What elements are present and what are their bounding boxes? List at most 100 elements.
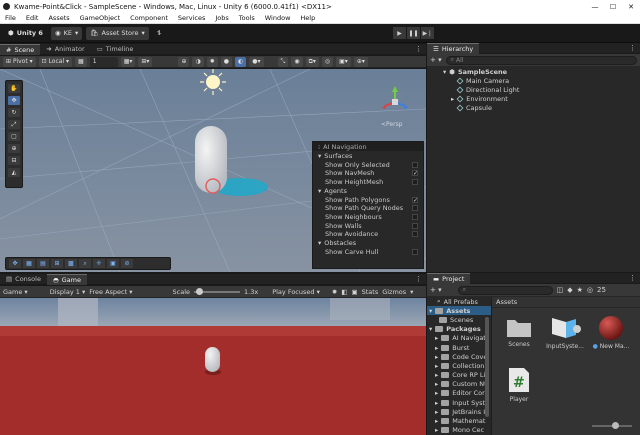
menu-help[interactable]: Help [295, 14, 320, 22]
menu-tools[interactable]: Tools [234, 14, 260, 22]
capsule-object[interactable] [195, 126, 227, 193]
option-show-heightmesh[interactable]: Show HeightMesh [313, 178, 423, 187]
option-show-path-query-nodes[interactable]: Show Path Query Nodes [313, 204, 423, 213]
view-tool-icon[interactable]: ✋ [8, 84, 20, 93]
camera-settings-button[interactable]: ▣▾ [336, 56, 351, 67]
play-button[interactable]: ▶ [393, 27, 406, 39]
2d-toggle[interactable]: ⤡ [277, 56, 289, 67]
checkbox[interactable] [412, 214, 418, 221]
scale-tool-icon[interactable]: ⤢ [8, 120, 20, 129]
chevron-down-icon[interactable]: ▾ [410, 288, 413, 296]
gizmos-dropdown[interactable]: ⊕▾ [353, 56, 368, 67]
tree-assets[interactable]: ▾ Assets [427, 306, 491, 316]
rect-tool-icon[interactable]: ▢ [8, 132, 20, 141]
snap-value-field[interactable]: 1 [89, 56, 118, 67]
checkbox[interactable] [412, 178, 418, 185]
menu-gameobject[interactable]: GameObject [75, 14, 126, 22]
shading-mode-button[interactable]: ◑ [192, 56, 204, 67]
modifier-icon[interactable]: ▩ [65, 259, 77, 268]
tree-item[interactable]: ▸ Input Syst [427, 398, 491, 407]
move-handle-icon[interactable]: ✥ [9, 259, 21, 268]
move-tool-icon[interactable]: ✥ [8, 96, 20, 105]
obstacles-section[interactable]: ▾ Obstacles [313, 239, 423, 248]
asset-item[interactable]: # Player [499, 366, 539, 403]
bake-icon[interactable]: ▦ [23, 259, 35, 268]
tree-item[interactable]: ▸ JetBrains I [427, 407, 491, 416]
menu-file[interactable]: File [0, 14, 21, 22]
list-item[interactable]: Capsule [427, 103, 640, 112]
stats-button[interactable]: Stats [362, 288, 379, 296]
version-control-button[interactable]: ⥮ [153, 27, 166, 40]
star-icon[interactable]: ★ [577, 286, 583, 294]
play-mode-dropdown[interactable]: Play Focused ▾ [272, 288, 320, 296]
custom-tool-icon[interactable]: ⊟ [8, 156, 20, 165]
agents-section[interactable]: ▾ Agents [313, 186, 423, 195]
grid-dropdown[interactable]: ▦▾ [120, 56, 136, 67]
audio-icon[interactable]: ◧ [341, 288, 347, 296]
menu-services[interactable]: Services [173, 14, 210, 22]
scale-slider[interactable] [194, 287, 241, 295]
breadcrumb[interactable]: Assets [492, 297, 640, 308]
tree-item[interactable]: ▸ Burst [427, 343, 491, 352]
tab-console[interactable]: ▤ Console [0, 274, 47, 285]
tree-item[interactable]: ▸ Collection [427, 361, 491, 370]
list-item[interactable]: Directional Light [427, 86, 640, 95]
account-button[interactable]: ◉ KE ▾ [50, 26, 83, 40]
tree-packages[interactable]: ▾ Packages [427, 325, 491, 334]
label-icon[interactable]: ◆ [567, 286, 572, 294]
option-show-avoidance[interactable]: Show Avoidance [313, 230, 423, 239]
tree-item[interactable]: ▸ Mono Cec [427, 426, 491, 435]
more-icon[interactable]: ⋮ [629, 274, 636, 282]
tree-item[interactable]: ▸ Custom NU [427, 380, 491, 389]
asset-item[interactable]: Scenes [499, 315, 539, 348]
close-button[interactable]: ✕ [622, 3, 640, 11]
menu-window[interactable]: Window [260, 14, 296, 22]
tree-item[interactable]: Scenes [427, 315, 491, 324]
all-prefabs-filter[interactable]: ⌕ All Prefabs [427, 297, 491, 306]
tree-item[interactable]: ▸ Editor Cor [427, 389, 491, 398]
minimize-button[interactable]: — [586, 3, 604, 11]
transform-tool-icon[interactable]: ⊕ [8, 144, 20, 153]
surface-icon[interactable]: ▤ [37, 259, 49, 268]
surfaces-section[interactable]: ▾ Surfaces [313, 151, 423, 160]
pivot-dropdown[interactable]: ⊞ Pivot ▾ [3, 56, 36, 67]
rotate-tool-icon[interactable]: ↻ [8, 108, 20, 117]
tab-game[interactable]: ◓ Game [46, 273, 87, 285]
tree-item[interactable]: ▸ Mathemat [427, 416, 491, 425]
menu-edit[interactable]: Edit [21, 14, 44, 22]
tree-item[interactable]: ▸ Code Cove [427, 352, 491, 361]
tree-scrollbar[interactable] [485, 317, 489, 417]
filter-icon[interactable]: ◫ [557, 286, 564, 294]
option-show-navmesh[interactable]: Show NavMesh ✓ [313, 169, 423, 178]
wireframe-toggle[interactable]: ● [220, 56, 233, 67]
snap-icon[interactable]: ✛ [93, 259, 105, 268]
option-show-neighbours[interactable]: Show Neighbours [313, 213, 423, 222]
tab-hierarchy[interactable]: ☰ Hierarchy [427, 42, 480, 54]
display-dropdown[interactable]: Display 1 ▾ [50, 288, 86, 296]
project-search[interactable]: ⌕ [457, 285, 553, 295]
eye-icon[interactable]: ◎ [587, 286, 593, 294]
scene-root[interactable]: ▾ ⬢ SampleScene [427, 68, 640, 77]
terrain-tool-icon[interactable]: ◭ [8, 168, 20, 177]
tab-scene[interactable]: # Scene [0, 43, 41, 55]
tab-timeline[interactable]: ▭ Timeline [91, 44, 140, 55]
tree-item[interactable]: ▸ Core RP Li [427, 371, 491, 380]
checkbox-checked[interactable]: ✓ [412, 196, 418, 203]
icon-size-slider[interactable] [592, 422, 632, 429]
mute-audio-icon[interactable]: ✹ [332, 288, 337, 296]
perspective-label[interactable]: <Persp [381, 121, 403, 128]
shaded-toggle[interactable]: ◐ [235, 56, 247, 67]
search-icon[interactable]: ⌕ [79, 259, 91, 268]
effects-toggle[interactable]: ⧉▾ [305, 56, 319, 67]
list-item[interactable]: Main Camera [427, 77, 640, 86]
unity-version-button[interactable]: ⬢ Unity 6 [4, 27, 47, 40]
camera-icon[interactable]: ▣ [107, 259, 119, 268]
tab-project[interactable]: ▬ Project [427, 272, 471, 284]
agent-icon[interactable]: ⊞ [51, 259, 63, 268]
maximize-button[interactable]: ☐ [604, 3, 622, 11]
slider-handle[interactable] [196, 287, 204, 295]
center-global-toggle[interactable]: ⊕ [178, 56, 190, 67]
hidden-objects-toggle[interactable]: ◎ [321, 56, 334, 67]
pause-button[interactable]: ❚❚ [407, 27, 420, 39]
ai-nav-header[interactable]: ⁝ AI Navigation [313, 142, 423, 151]
